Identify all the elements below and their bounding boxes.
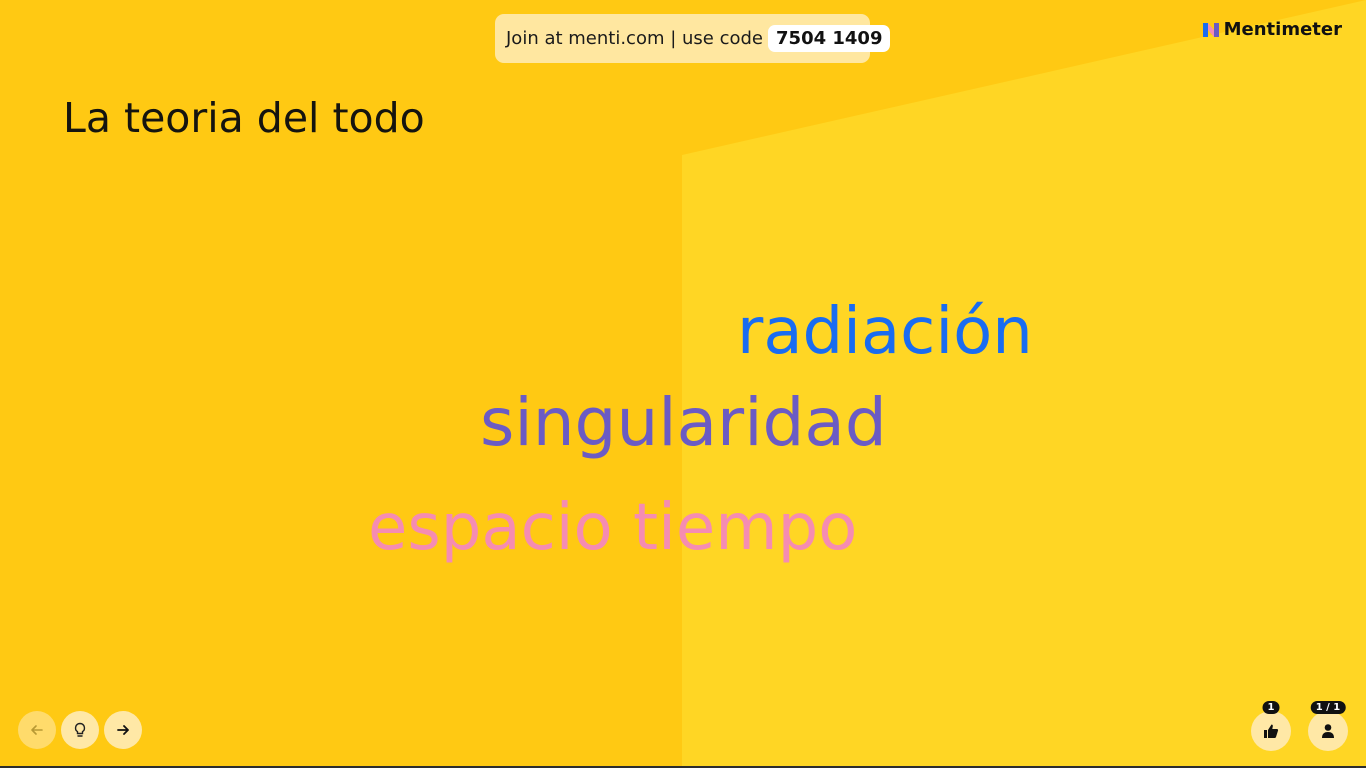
person-icon	[1322, 724, 1334, 738]
slide-title: La teoria del todo	[63, 94, 425, 142]
participants-button[interactable]: 1 / 1	[1308, 701, 1348, 751]
word-cloud-word: singularidad	[480, 384, 887, 461]
presentation-stage: Join at menti.com | use code 7504 1409 M…	[0, 0, 1366, 768]
participants-count-badge: 1 / 1	[1310, 701, 1346, 714]
hint-button[interactable]	[61, 711, 99, 749]
join-instructions-bar: Join at menti.com | use code 7504 1409	[495, 14, 891, 63]
lightbulb-icon	[74, 722, 86, 737]
mentimeter-logo-icon	[1202, 22, 1219, 37]
thumbs-up-icon	[1264, 724, 1279, 738]
next-slide-button[interactable]	[104, 711, 142, 749]
arrow-left-icon	[31, 725, 43, 735]
word-cloud-word: radiación	[737, 295, 1033, 369]
arrow-right-icon	[117, 725, 129, 735]
join-instructions-text: Join at menti.com | use code	[506, 28, 764, 49]
word-cloud-word: espacio tiempo	[368, 491, 858, 565]
previous-slide-button[interactable]	[18, 711, 56, 749]
mentimeter-logo: Mentimeter	[1202, 19, 1342, 40]
likes-count-badge: 1	[1262, 701, 1280, 714]
brand-name: Mentimeter	[1223, 19, 1342, 40]
likes-button[interactable]: 1	[1251, 701, 1291, 751]
join-code: 7504 1409	[768, 25, 891, 52]
